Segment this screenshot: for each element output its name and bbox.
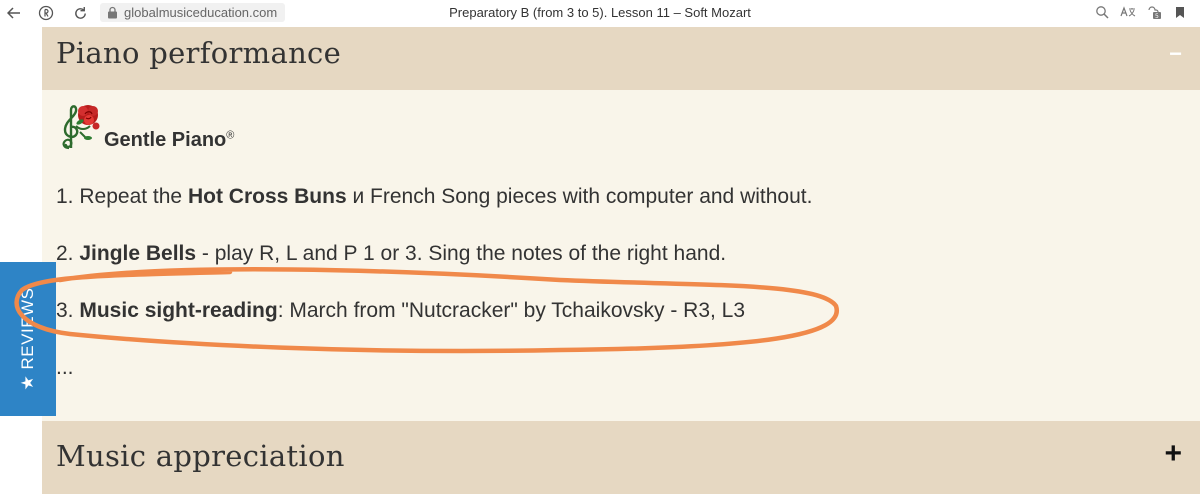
registered-mark: ®: [226, 129, 235, 142]
browser-toolbar: globalmusiceducation.com Preparatory B (…: [0, 0, 1200, 27]
zoom-icon[interactable]: [1094, 4, 1110, 20]
list-item: 3. Music sight-reading: March from "Nutc…: [56, 299, 746, 322]
brand-heading: Gentle Piano®: [56, 102, 234, 152]
page-title: Preparatory B (from 3 to 5). Lesson 11 –…: [449, 5, 751, 20]
translate-icon[interactable]: [1120, 4, 1136, 20]
expand-icon[interactable]: +: [1164, 437, 1182, 471]
list-item: 2. Jingle Bells - play R, L and P 1 or 3…: [56, 242, 727, 265]
section-title: Piano performance: [56, 36, 342, 70]
brand-name: Gentle Piano: [104, 129, 227, 151]
accordion-header-music-appreciation[interactable]: Music appreciation +: [42, 421, 1200, 494]
svg-text:5: 5: [1155, 13, 1159, 20]
accordion-panel-piano-performance: Gentle Piano® 1. Repeat the Hot Cross Bu…: [42, 90, 1200, 421]
section-title: Music appreciation: [56, 439, 345, 473]
reviews-tab[interactable]: ★ REVIEWS: [0, 262, 56, 416]
bookmark-icon[interactable]: [1172, 4, 1188, 20]
rose-treble-clef-icon: [62, 105, 100, 150]
collapse-icon[interactable]: −: [1169, 41, 1182, 67]
ellipsis-text: ...: [56, 356, 74, 379]
extension-icon[interactable]: 5: [1146, 4, 1162, 20]
accordion-header-piano-performance[interactable]: Piano performance −: [42, 27, 1200, 90]
list-item: 1. Repeat the Hot Cross Buns и French So…: [56, 185, 813, 208]
reviews-label: ★ REVIEWS: [18, 287, 37, 391]
